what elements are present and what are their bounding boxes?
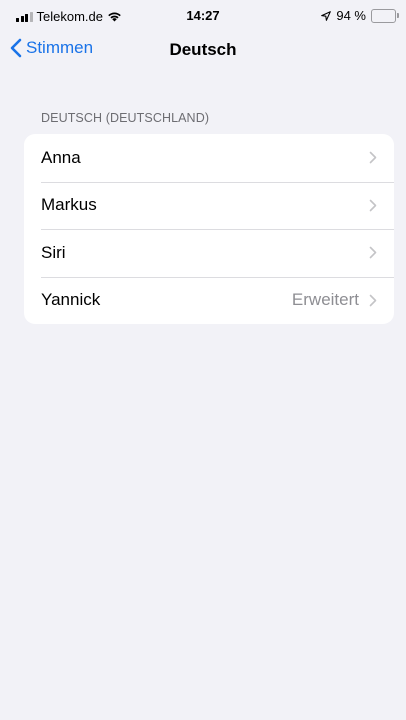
list-item-anna[interactable]: Anna	[24, 134, 394, 182]
battery-percent: 94 %	[336, 8, 366, 23]
list-item-detail: Erweitert	[291, 290, 359, 310]
chevron-right-icon	[369, 294, 377, 307]
back-button[interactable]: Stimmen	[10, 38, 93, 58]
voice-list: Anna Markus Siri Yannick Erweitert	[24, 134, 394, 324]
status-right: 94 %	[321, 8, 399, 23]
section-header: DEUTSCH (DEUTSCHLAND)	[41, 111, 210, 125]
list-item-markus[interactable]: Markus	[24, 181, 394, 230]
list-item-label: Yannick	[41, 290, 101, 310]
status-bar: Telekom.de 14:27 94 %	[0, 0, 406, 34]
list-item-label: Markus	[41, 195, 97, 215]
list-item-siri[interactable]: Siri	[24, 229, 394, 277]
list-item-yannick[interactable]: Yannick Erweitert	[24, 276, 394, 325]
list-item-label: Siri	[41, 242, 66, 262]
battery-icon	[371, 8, 399, 23]
chevron-right-icon	[369, 199, 377, 212]
navigation-bar: Stimmen Deutsch	[0, 34, 406, 68]
chevron-right-icon	[369, 151, 377, 164]
chevron-left-icon	[10, 38, 22, 58]
chevron-right-icon	[369, 246, 377, 259]
page-title: Deutsch	[169, 40, 237, 59]
location-arrow-icon	[321, 10, 332, 21]
back-button-label: Stimmen	[26, 38, 94, 57]
list-item-label: Anna	[41, 147, 81, 167]
